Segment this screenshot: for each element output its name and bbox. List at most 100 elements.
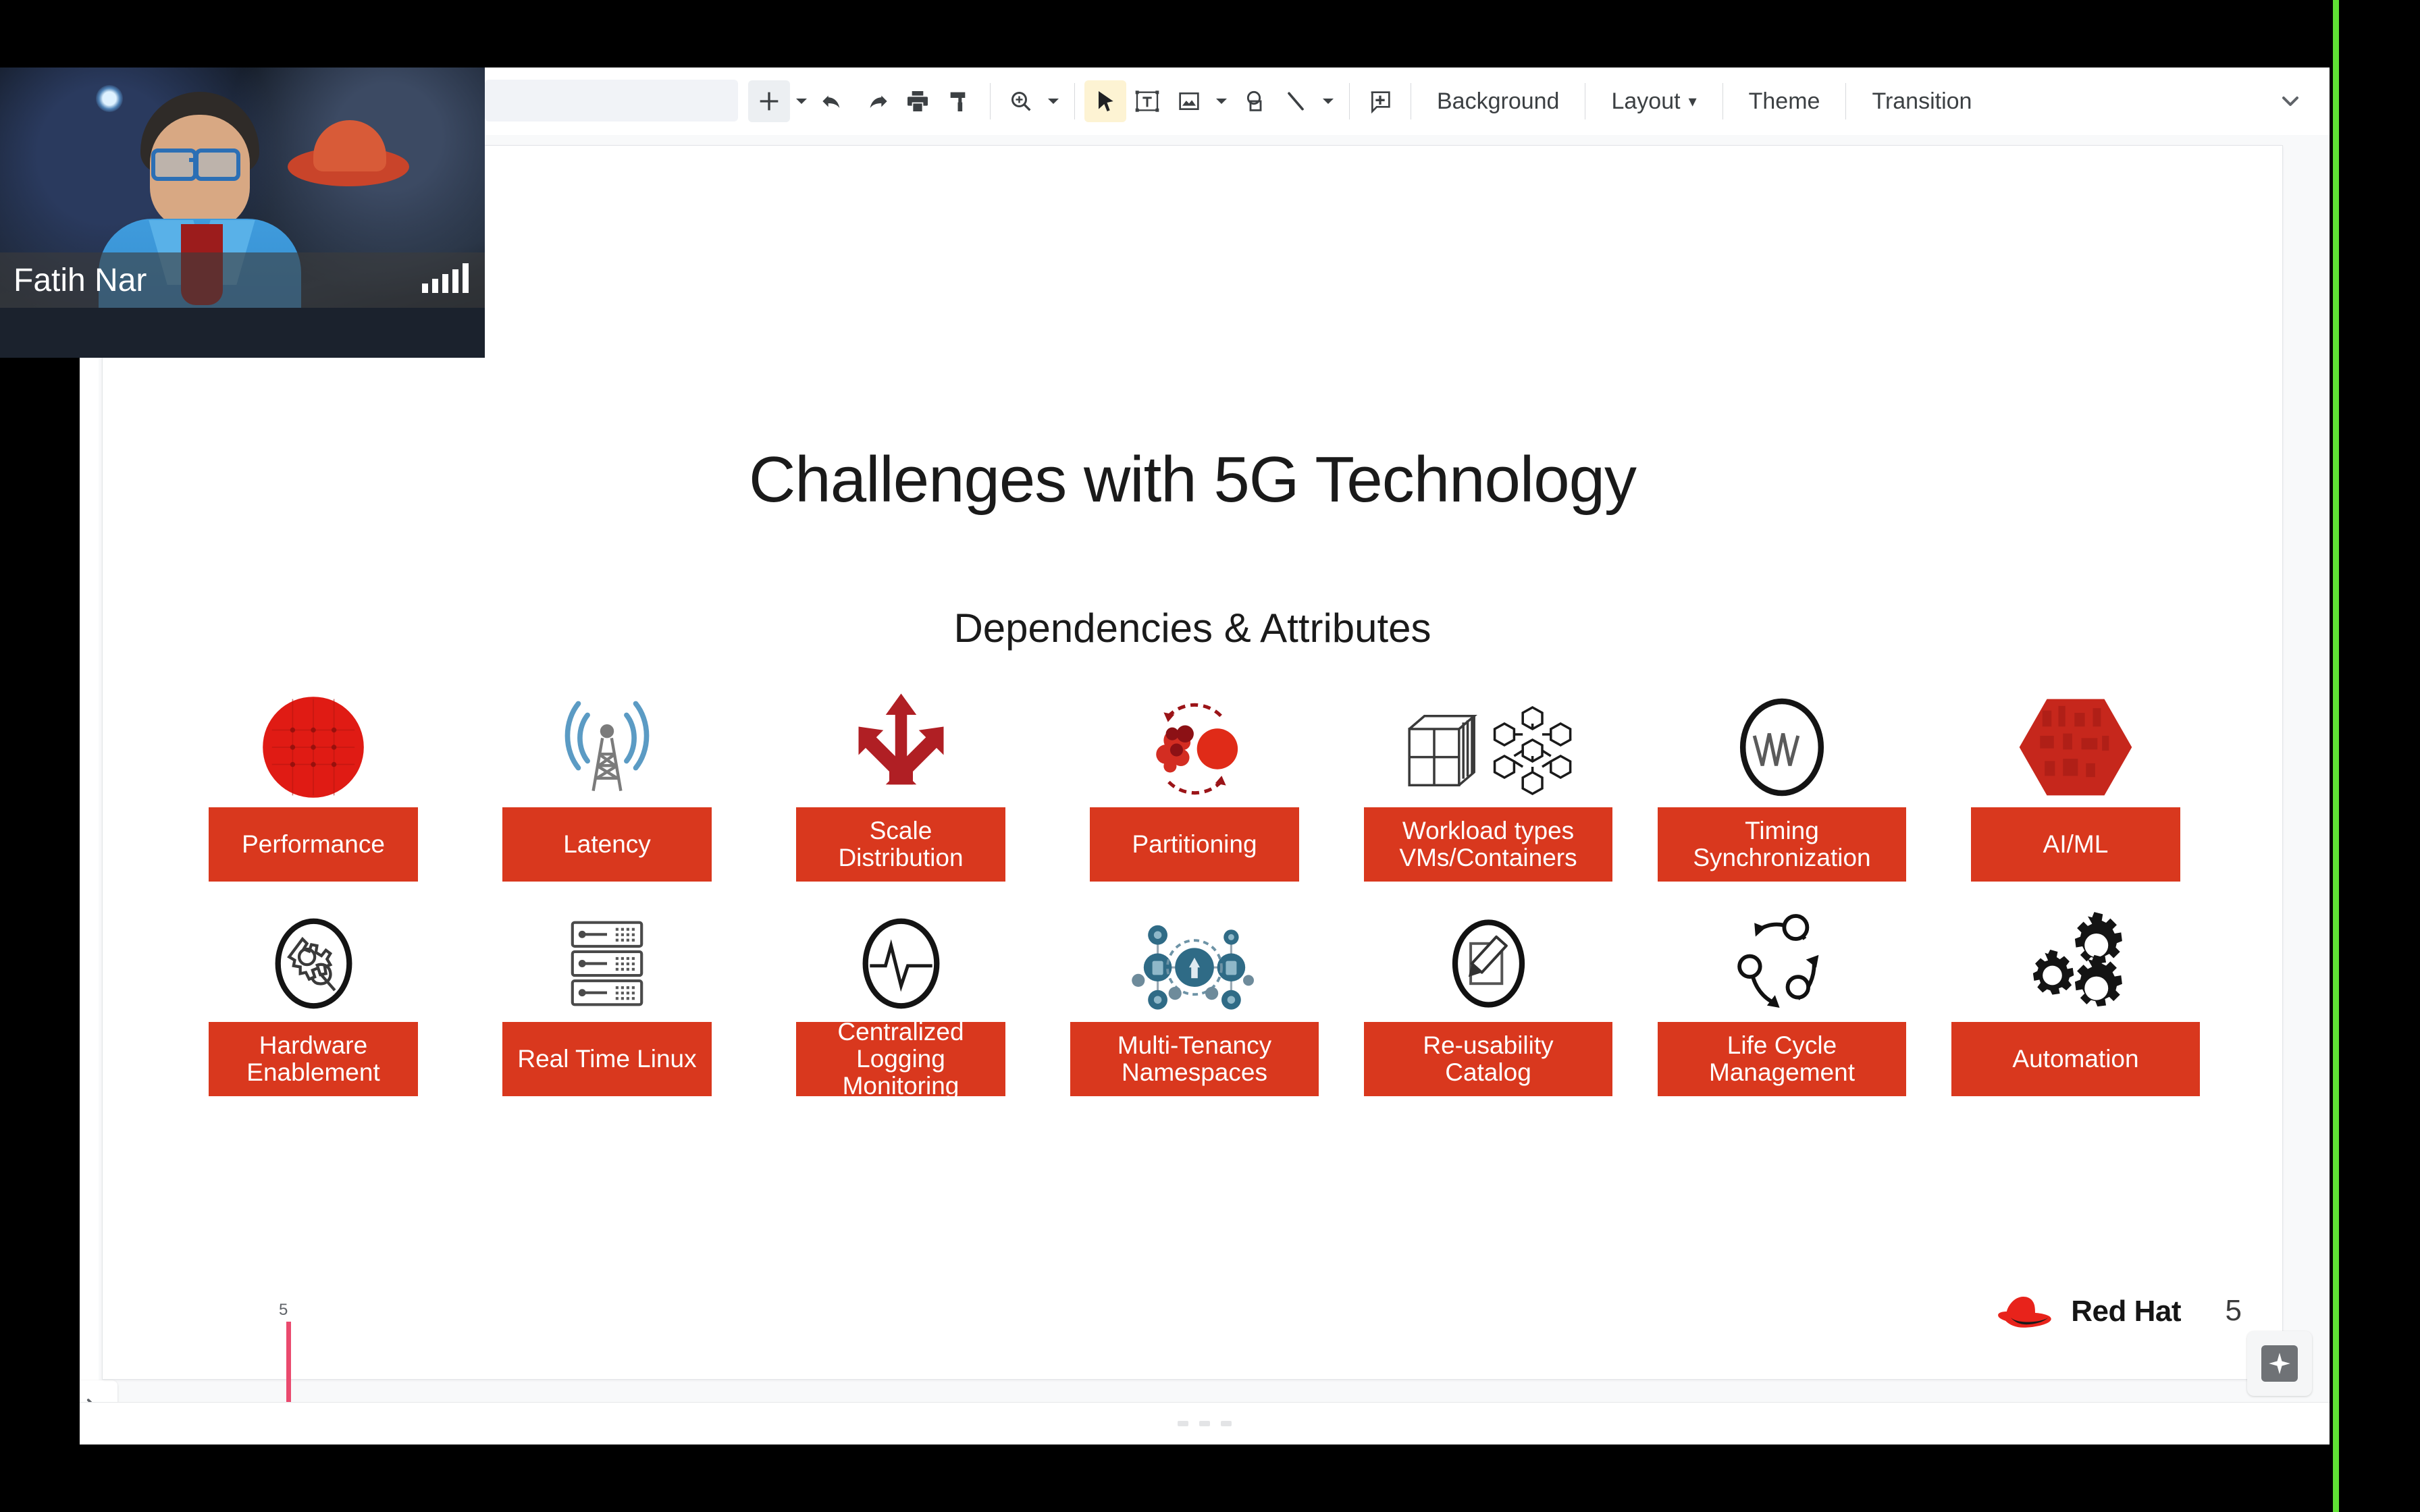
zoom-dropdown-caret[interactable] [1042,80,1065,122]
background-button[interactable]: Background [1421,88,1575,115]
select-cursor-icon[interactable] [1084,80,1126,122]
image-dropdown-caret[interactable] [1210,80,1233,122]
webcam-tile[interactable]: Fatih Nar [0,68,485,358]
theme-button[interactable]: Theme [1733,88,1837,115]
insert-image-icon[interactable] [1168,80,1210,122]
layout-label: Layout [1611,88,1681,114]
cell-tower-icon [472,686,742,807]
attribute-label: Hardware Enablement [209,1022,418,1096]
attribute-label-line: Enablement [246,1058,380,1086]
chevron-down-icon: ▾ [1688,92,1697,111]
red-hat-wordmark: Red Hat [2071,1295,2181,1328]
attribute-label-line: Monitoring [842,1071,959,1100]
attribute-label-line: Life Cycle [1727,1031,1837,1060]
server-rack-icon [472,900,742,1022]
text-box-icon[interactable] [1126,80,1168,122]
attribute-cell[interactable]: Centralized Logging Monitoring [766,900,1036,1099]
attribute-cell[interactable]: Scale Distribution [766,686,1036,882]
attribute-cell[interactable]: Timing Synchronization [1647,686,1917,882]
document-edit-icon [1353,900,1623,1022]
red-hat-fedora-icon [1998,1297,2051,1328]
bottom-dot [1221,1421,1232,1426]
attribute-label: Multi-Tenancy Namespaces [1070,1022,1319,1096]
red-hexagon-data-icon [1941,686,2211,807]
toolbar-divider [1074,83,1075,119]
attribute-cell[interactable]: Real Time Linux [472,900,742,1096]
attribute-cell[interactable]: Workload types VMs/Containers [1353,686,1623,882]
network-nodes-icon [1059,900,1330,1022]
eyeglasses-left [151,148,197,181]
vm-container-icon [1353,686,1623,807]
toolbar-search-box[interactable] [485,80,738,122]
attribute-label: Re-usability Catalog [1364,1022,1612,1096]
letterbox-left [0,358,80,1512]
bottom-dots [1178,1421,1232,1426]
attribute-cell[interactable]: Re-usability Catalog [1353,900,1623,1096]
transition-button[interactable]: Transition [1856,88,1988,115]
eyeglasses-bridge [189,158,199,162]
slide-title: Challenges with 5G Technology [748,443,1637,516]
assist-button[interactable] [2247,1331,2312,1396]
screen-share-border [2333,0,2339,1512]
line-icon[interactable] [1275,80,1317,122]
attribute-label: Timing Synchronization [1658,807,1906,882]
attribute-cell[interactable]: Latency [472,686,742,882]
attribute-cell[interactable]: Multi-Tenancy Namespaces [1059,900,1330,1096]
letterbox-top [485,0,2420,68]
attribute-label-line: Automation [2012,1045,2139,1073]
attribute-label: Latency [502,807,712,882]
eyeglasses-right [194,148,240,181]
add-slide-icon[interactable] [748,80,790,122]
bottom-bar [80,1402,2330,1444]
toolbar-divider [990,83,991,119]
screen-capture: Background Layout ▾ Theme Transition Cha… [0,0,2420,1512]
attribute-label-line: Logging [856,1045,945,1073]
paint-format-icon[interactable] [939,80,980,122]
attribute-label-line: Hardware [259,1031,368,1060]
print-icon[interactable] [897,80,939,122]
lifecycle-loop-icon [1647,900,1917,1022]
attribute-label-line: Latency [563,830,651,859]
attributes-row-1: Performance Latency Scale Distribution P… [178,686,2211,882]
attribute-cell[interactable]: Automation [1941,900,2211,1096]
attribute-label-line: Distribution [838,844,964,871]
zoom-icon[interactable] [1000,80,1042,122]
background-label: Background [1437,88,1560,114]
attribute-label: AI/ML [1971,807,2180,882]
attribute-label-line: Namespaces [1122,1058,1267,1086]
toolbar-divider [1722,83,1723,119]
attribute-label-line: Performance [242,830,385,859]
theme-label: Theme [1748,88,1820,114]
bottom-dot [1199,1421,1210,1426]
layout-button[interactable]: Layout ▾ [1595,88,1712,115]
attribute-label-line: Workload types [1402,817,1575,845]
signal-bars-icon [422,263,469,293]
letterbox-right [2339,0,2420,1512]
redo-icon[interactable] [855,80,897,122]
letterbox-bottom [0,1444,2420,1512]
gear-wrench-icon [178,900,448,1022]
shape-icon[interactable] [1233,80,1275,122]
attribute-label-line: AI/ML [2043,830,2109,859]
heartbeat-monitor-icon [766,900,1036,1022]
attribute-cell[interactable]: Life Cycle Management [1647,900,1917,1096]
attribute-cell[interactable]: Hardware Enablement [178,900,448,1096]
transition-label: Transition [1872,88,1972,114]
slide-marker-number: 5 [279,1301,288,1319]
add-slide-dropdown-caret[interactable] [790,80,813,122]
undo-icon[interactable] [813,80,855,122]
collapse-toolbar-chevron-down-icon[interactable] [2271,82,2309,120]
attribute-label: Performance [209,807,418,882]
attribute-cell[interactable]: Performance [178,686,448,882]
comment-icon[interactable] [1359,80,1401,122]
attribute-label: Workload types VMs/Containers [1364,807,1612,882]
line-dropdown-caret[interactable] [1317,80,1340,122]
attribute-label: Automation [1951,1022,2200,1096]
partition-cells-icon [1059,686,1330,807]
participant-name: Fatih Nar [14,262,147,298]
attribute-cell[interactable]: AI/ML [1941,686,2211,882]
bottom-dot [1178,1421,1188,1426]
clock-waveform-icon [1647,686,1917,807]
attribute-label-line: VMs/Containers [1399,844,1577,871]
attribute-cell[interactable]: Partitioning [1059,686,1330,882]
